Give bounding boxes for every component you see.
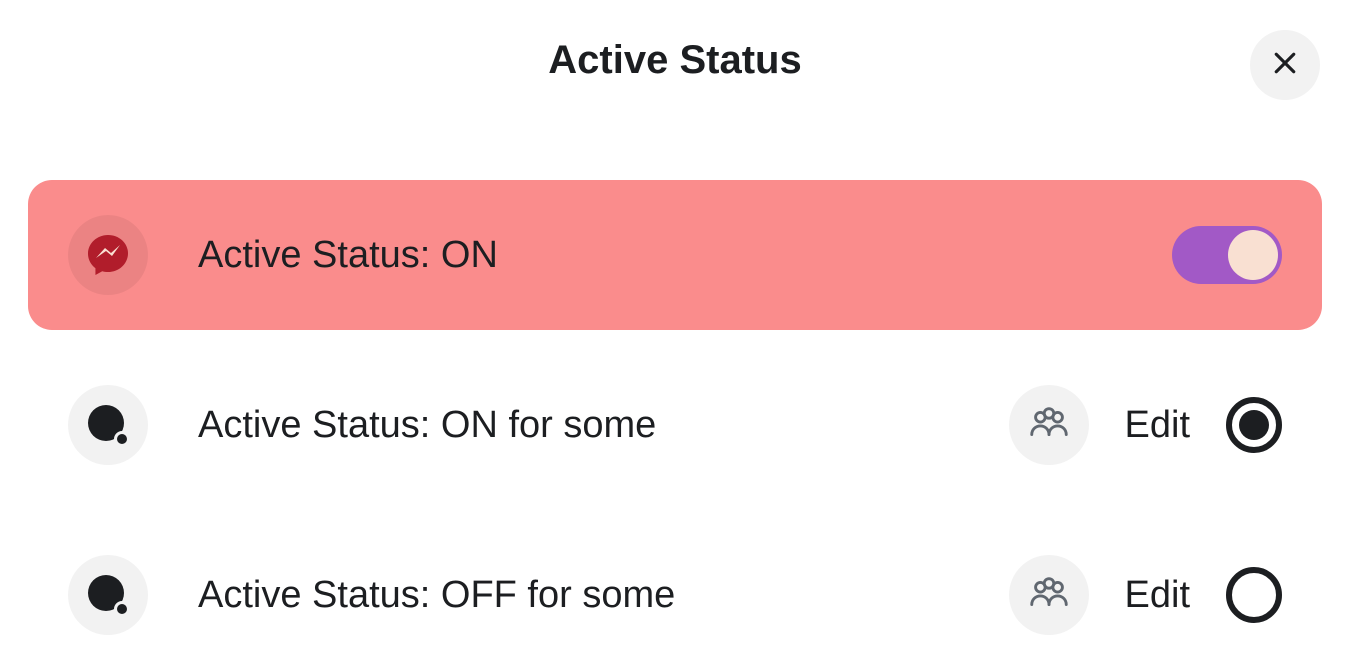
chat-icon-container [68,385,148,465]
edit-people-button[interactable] [1009,555,1089,635]
radio-on-for-some[interactable] [1226,397,1282,453]
option-off-for-some[interactable]: Active Status: OFF for some Edit [28,520,1322,670]
close-button[interactable] [1250,30,1320,100]
radio-off-for-some[interactable] [1226,567,1282,623]
people-icon [1026,400,1072,451]
option-active-status-on[interactable]: Active Status: ON [28,180,1322,330]
option-controls [1172,226,1282,284]
option-label: Active Status: ON for some [198,404,1009,447]
option-controls: Edit [1009,385,1282,465]
option-label: Active Status: OFF for some [198,574,1009,617]
edit-label[interactable]: Edit [1125,404,1190,447]
chat-bubble-icon [88,405,128,445]
chat-icon-container [68,555,148,635]
dialog-title: Active Status [548,38,801,83]
option-controls: Edit [1009,555,1282,635]
option-label: Active Status: ON [198,234,1172,277]
people-icon [1026,570,1072,621]
chat-bubble-icon [88,575,128,615]
edit-label[interactable]: Edit [1125,574,1190,617]
toggle-knob [1228,230,1278,280]
option-on-for-some[interactable]: Active Status: ON for some Edit [28,350,1322,500]
active-status-toggle[interactable] [1172,226,1282,284]
messenger-icon-container [68,215,148,295]
active-status-dialog: Active Status Active Status: ON [0,0,1350,670]
edit-people-button[interactable] [1009,385,1089,465]
close-icon [1270,43,1300,88]
messenger-icon [84,231,132,279]
dialog-header: Active Status [0,0,1350,120]
